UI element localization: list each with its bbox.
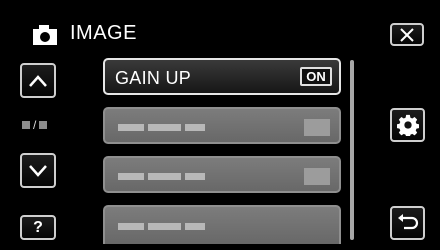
menu-item-placeholder-label — [118, 124, 205, 131]
gear-icon — [396, 114, 419, 136]
help-label: ? — [33, 218, 43, 236]
chevron-up-icon — [29, 74, 47, 87]
menu-item-gain-up[interactable]: GAIN UP ON — [103, 58, 341, 95]
close-icon — [400, 27, 414, 42]
status-badge: ON — [300, 67, 332, 86]
settings-button[interactable] — [390, 108, 425, 142]
scroll-up-button[interactable] — [20, 63, 56, 98]
menu-item-placeholder-badge — [304, 119, 330, 136]
back-button[interactable] — [390, 206, 425, 240]
scroll-down-button[interactable] — [20, 153, 56, 188]
scrollbar[interactable] — [350, 60, 354, 240]
menu-item-disabled — [103, 156, 341, 193]
menu-item-placeholder-badge — [304, 168, 330, 185]
menu-item-disabled — [103, 107, 341, 144]
menu-item-placeholder-label — [118, 223, 205, 230]
menu-item-placeholder-label — [118, 173, 205, 180]
chevron-down-icon — [29, 164, 47, 177]
menu-item-disabled — [103, 205, 341, 244]
return-icon — [397, 214, 418, 230]
page-title: IMAGE — [70, 22, 137, 44]
page-indicator-icon: / — [22, 117, 62, 133]
camera-icon — [31, 24, 59, 46]
menu-item-label: GAIN UP — [115, 68, 192, 88]
help-button[interactable]: ? — [20, 215, 56, 240]
close-button[interactable] — [390, 23, 424, 46]
